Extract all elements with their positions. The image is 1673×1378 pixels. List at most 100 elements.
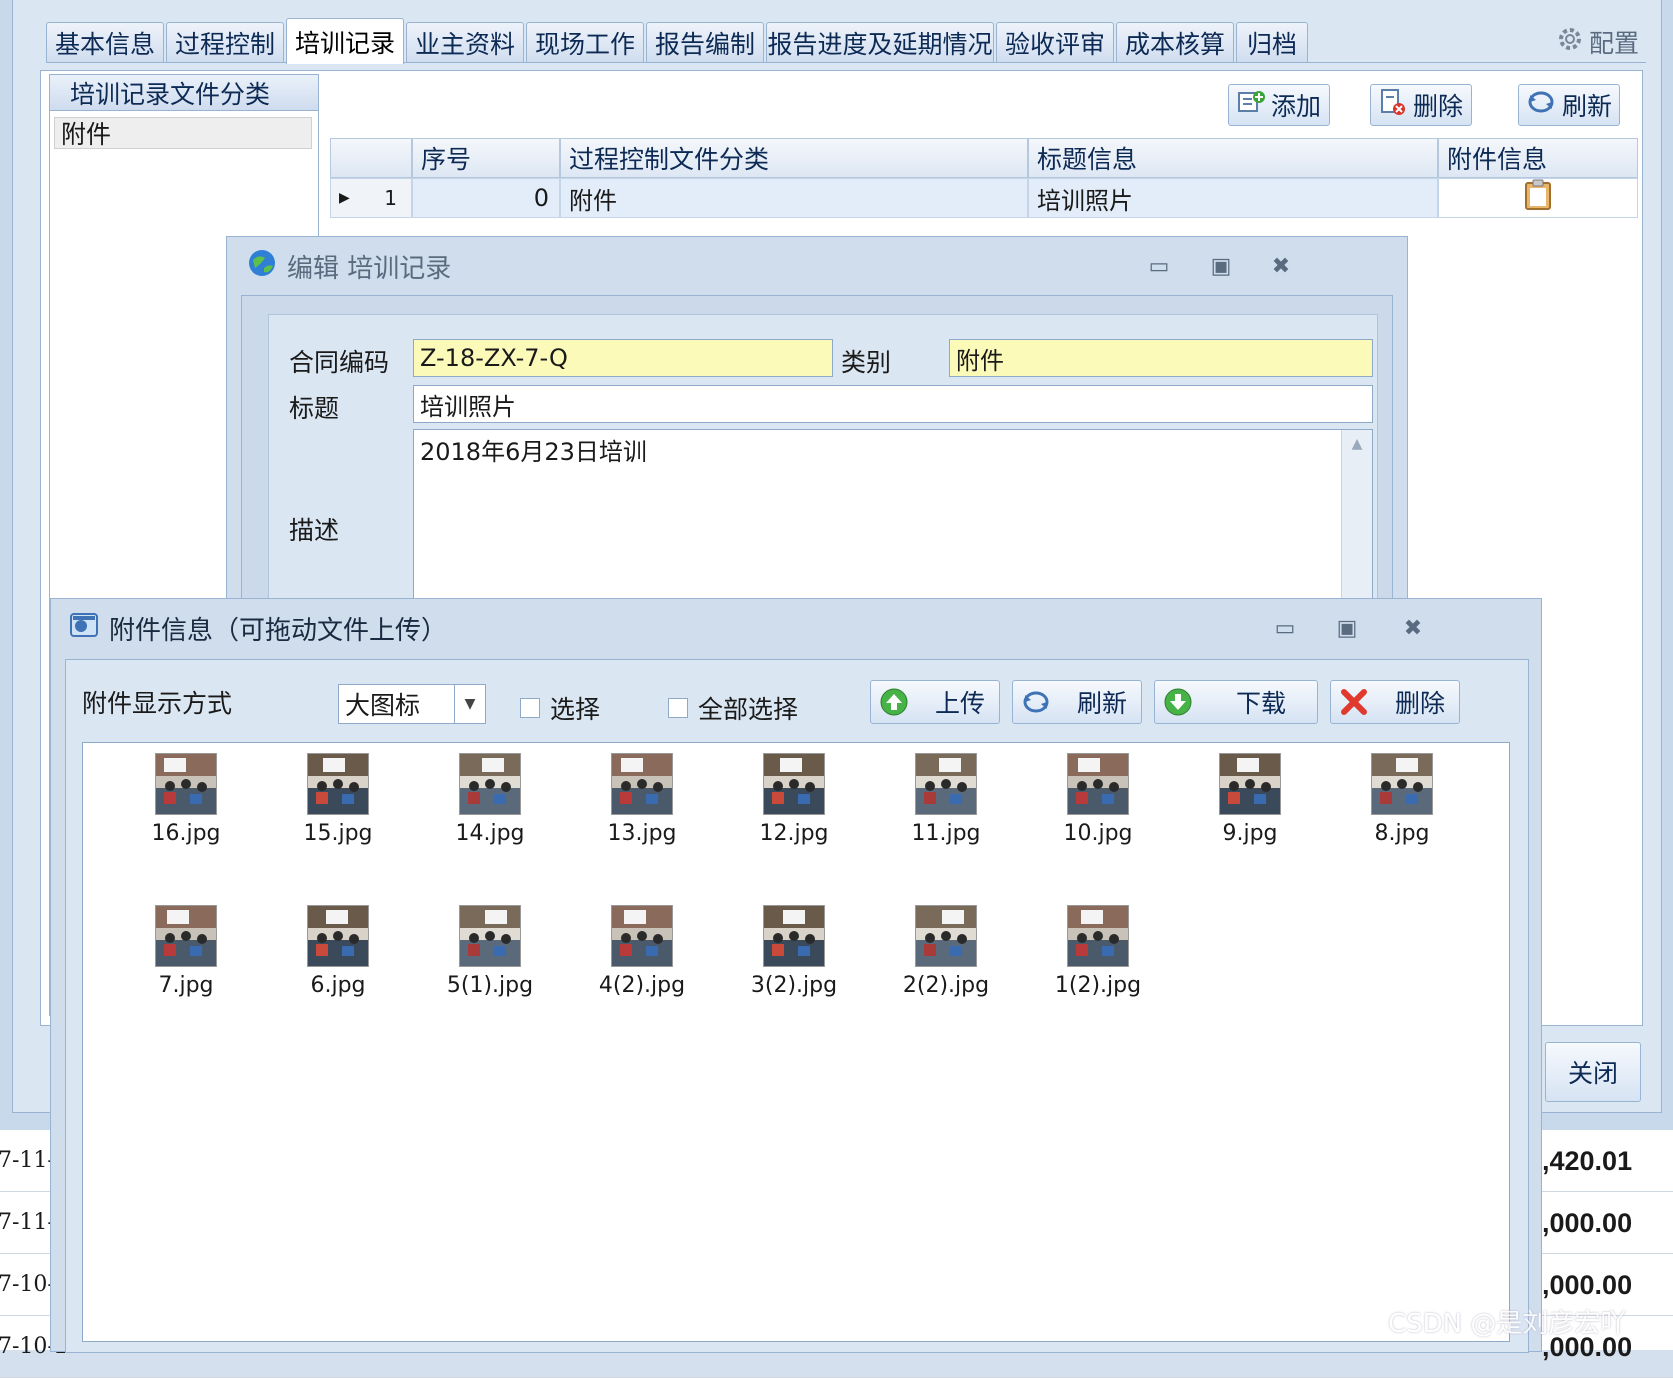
download-icon [1163,687,1193,717]
image-thumbnail-icon[interactable] [459,753,521,815]
attachment-file-item[interactable]: 8.jpg [1327,747,1467,857]
tab-process-control[interactable]: 过程控制 [166,22,284,62]
image-thumbnail-icon[interactable] [459,905,521,967]
image-thumbnail-icon[interactable] [1067,753,1129,815]
attachment-file-name: 4(2).jpg [598,973,686,998]
select-all-checkbox[interactable]: 全部选择 [668,690,798,726]
type-field[interactable]: 附件 [949,339,1373,377]
grid-header-attachment[interactable]: 附件信息 [1438,138,1638,178]
description-scrollbar[interactable]: ▲ [1341,430,1372,618]
attachment-file-item[interactable]: 6.jpg [263,899,403,1009]
delete-doc-icon [1379,88,1407,122]
grid-header-title[interactable]: 标题信息 [1028,138,1438,178]
close-icon[interactable]: ✖ [1399,615,1427,641]
add-button[interactable]: 添加 [1228,84,1330,126]
image-thumbnail-icon[interactable] [155,905,217,967]
tab-acceptance-review[interactable]: 验收评审 [996,22,1114,62]
tab-cost-accounting[interactable]: 成本核算 [1116,22,1234,62]
attachment-file-item[interactable]: 16.jpg [111,747,251,857]
image-thumbnail-icon[interactable] [155,753,217,815]
cell-category[interactable]: 附件 [560,178,1028,218]
close-button[interactable]: 关闭 [1545,1042,1641,1102]
attachment-file-list[interactable]: 16.jpg 15.jpg 14.jpg 13.jpg 12.jpg 11.jpg 10.j… [82,742,1510,1342]
attachment-file-item[interactable]: 13.jpg [567,747,707,857]
attachment-file-item[interactable]: 3(2).jpg [719,899,859,1009]
attachment-file-item[interactable]: 9.jpg [1175,747,1315,857]
globe-icon [247,248,277,285]
contract-code-field[interactable]: Z-18-ZX-7-Q [413,339,833,377]
attachment-delete-button[interactable]: 删除 [1330,680,1460,724]
upload-label: 上传 [934,689,985,718]
add-icon [1237,89,1265,121]
tab-basic-info[interactable]: 基本信息 [46,22,164,62]
edit-dialog-title: 编辑 培训记录 [287,253,452,284]
attachment-file-item[interactable]: 4(2).jpg [567,899,707,1009]
attachment-file-item[interactable]: 15.jpg [263,747,403,857]
select-all-checkbox-box[interactable] [668,698,688,718]
description-textarea[interactable]: 2018年6月23日培训 ▲ [413,429,1373,619]
attachment-file-item[interactable]: 11.jpg [871,747,1011,857]
image-thumbnail-icon[interactable] [1219,753,1281,815]
cell-title[interactable]: 培训照片 [1028,178,1438,218]
attachment-dialog-title: 附件信息（可拖动文件上传） [109,615,448,646]
tab-archive[interactable]: 归档 [1236,22,1308,62]
grid-header-seq[interactable]: 序号 [412,138,560,178]
delete-label: 删除 [1412,92,1463,121]
cell-seq[interactable]: 0 [412,178,560,218]
image-thumbnail-icon[interactable] [611,905,673,967]
delete-button[interactable]: 删除 [1370,84,1472,126]
attachment-file-item[interactable]: 1(2).jpg [1023,899,1163,1009]
download-button[interactable]: 下载 [1154,680,1318,724]
image-thumbnail-icon[interactable] [611,753,673,815]
description-label: 描述 [289,516,340,545]
maximize-icon[interactable]: ▣ [1207,253,1235,279]
minimize-icon[interactable]: ▭ [1145,253,1173,279]
download-label: 下载 [1235,689,1286,718]
scroll-up-icon[interactable]: ▲ [1342,436,1372,452]
image-thumbnail-icon[interactable] [763,905,825,967]
image-thumbnail-icon[interactable] [763,753,825,815]
attachment-dialog-titlebar[interactable]: 附件信息（可拖动文件上传） [51,599,1541,657]
maximize-icon[interactable]: ▣ [1333,615,1361,641]
category-item-attachment[interactable]: 附件 [54,117,312,149]
image-thumbnail-icon[interactable] [1067,905,1129,967]
cell-attachment[interactable] [1438,178,1638,218]
refresh-button[interactable]: 刷新 [1518,84,1620,126]
image-thumbnail-icon[interactable] [915,905,977,967]
tab-report-progress[interactable]: 报告进度及延期情况 [766,22,994,62]
table-row-indicator[interactable]: ▶ 1 [330,178,412,218]
tab-field-work[interactable]: 现场工作 [526,22,644,62]
gear-icon [1555,24,1585,60]
image-thumbnail-icon[interactable] [915,753,977,815]
chevron-down-icon[interactable]: ▼ [454,685,485,723]
attachment-file-item[interactable]: 12.jpg [719,747,859,857]
display-mode-select[interactable]: 大图标 ▼ [338,684,486,724]
attachment-file-name: 9.jpg [1222,821,1278,846]
attachment-file-item[interactable]: 2(2).jpg [871,899,1011,1009]
refresh-icon [1021,687,1051,717]
select-checkbox[interactable]: 选择 [520,690,600,726]
subject-field[interactable]: 培训照片 [413,385,1373,423]
minimize-icon[interactable]: ▭ [1271,615,1299,641]
tab-report-writing[interactable]: 报告编制 [646,22,764,62]
window-app-icon [69,610,99,647]
attachment-file-name: 5(1).jpg [446,973,534,998]
close-icon[interactable]: ✖ [1267,253,1295,279]
image-thumbnail-icon[interactable] [307,905,369,967]
image-thumbnail-icon[interactable] [307,753,369,815]
attachment-file-item[interactable]: 10.jpg [1023,747,1163,857]
attachment-file-item[interactable]: 7.jpg [111,899,251,1009]
clipboard-icon[interactable] [1524,179,1552,217]
attachment-file-item[interactable]: 14.jpg [415,747,555,857]
attachment-dialog: 附件信息（可拖动文件上传） ▭ ▣ ✖ 附件显示方式 大图标 ▼ 选择 全部选择… [50,598,1542,1353]
attachment-refresh-button[interactable]: 刷新 [1012,680,1142,724]
upload-button[interactable]: 上传 [870,680,1000,724]
config-button[interactable]: 配置 [1555,24,1639,60]
background-amount-cell: ,000.00 [1542,1208,1633,1238]
image-thumbnail-icon[interactable] [1371,753,1433,815]
grid-header-category[interactable]: 过程控制文件分类 [560,138,1028,178]
tab-owner-data[interactable]: 业主资料 [406,22,524,62]
select-checkbox-box[interactable] [520,698,540,718]
attachment-file-item[interactable]: 5(1).jpg [415,899,555,1009]
tab-training-record[interactable]: 培训记录 [286,18,404,64]
